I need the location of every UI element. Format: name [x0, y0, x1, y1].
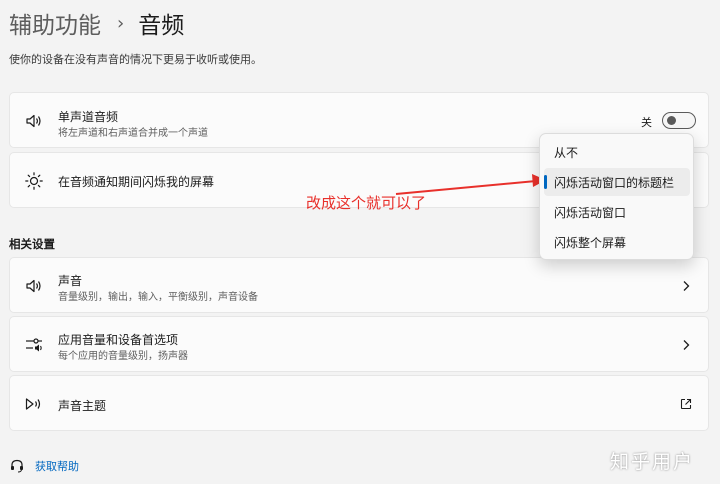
flash-options-dropdown: 从不 闪烁活动窗口的标题栏 闪烁活动窗口 闪烁整个屏幕 [539, 133, 694, 260]
dropdown-option-label: 闪烁整个屏幕 [554, 236, 627, 250]
dropdown-option-label: 闪烁活动窗口的标题栏 [554, 176, 675, 190]
annotation-text: 改成这个就可以了 [306, 194, 427, 212]
dropdown-option-title-bar[interactable]: 闪烁活动窗口的标题栏 [544, 168, 690, 196]
watermark: 知乎用户 [610, 451, 695, 473]
dropdown-option-label: 从不 [554, 146, 579, 160]
dropdown-option-active-window[interactable]: 闪烁活动窗口 [544, 198, 690, 226]
dropdown-option-label: 闪烁活动窗口 [554, 206, 627, 220]
dropdown-option-entire-screen[interactable]: 闪烁整个屏幕 [544, 228, 690, 256]
selection-indicator [544, 175, 547, 189]
dropdown-option-never[interactable]: 从不 [544, 138, 690, 166]
